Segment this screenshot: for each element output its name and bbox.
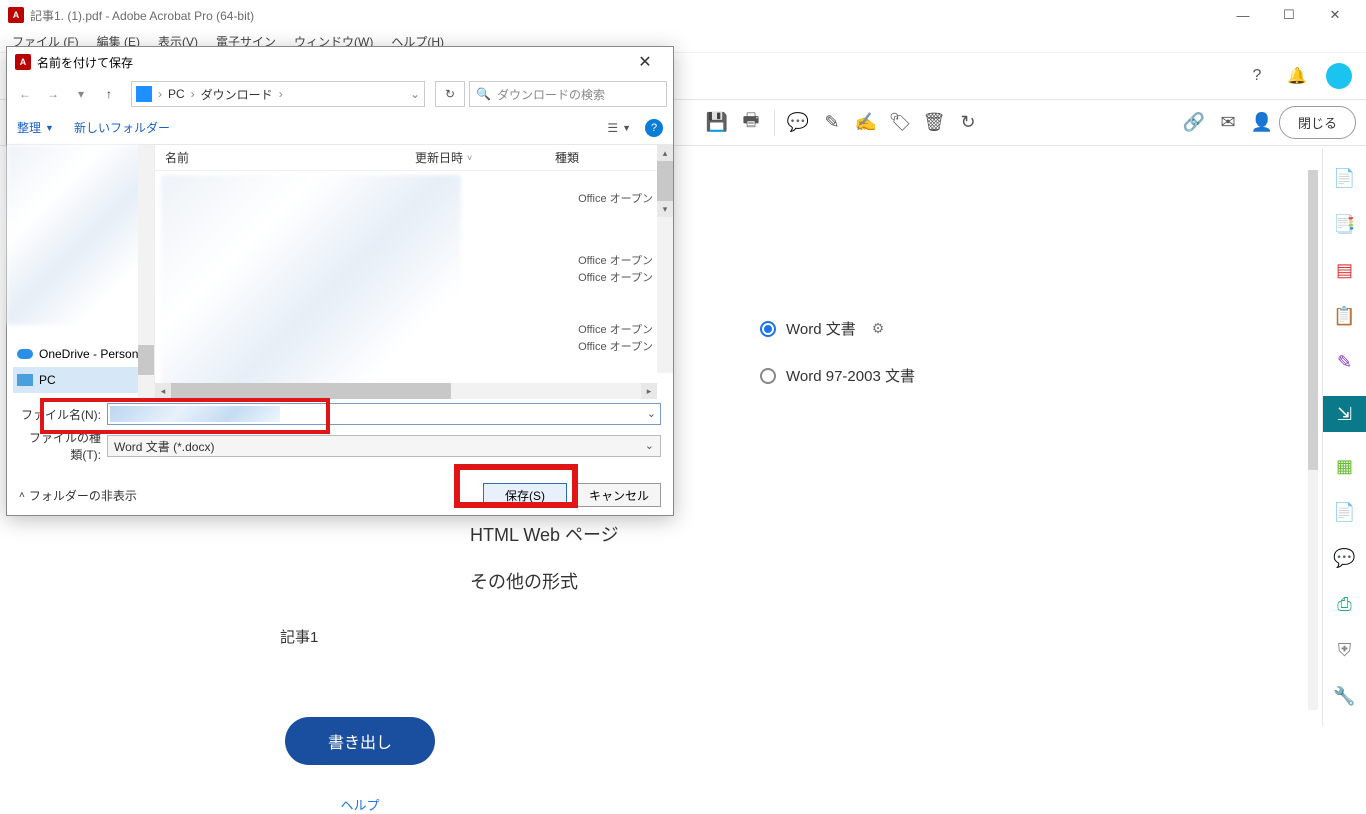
organize-menu[interactable]: 整理 ▼ <box>17 119 54 136</box>
cat-html[interactable]: HTML Web ページ <box>470 512 700 559</box>
dialog-help-button[interactable]: ? <box>645 119 663 137</box>
nav-scrollbar[interactable] <box>138 145 154 399</box>
radio-on-icon <box>760 321 776 337</box>
filetype-dropdown-icon[interactable]: ⌄ <box>645 439 654 452</box>
radio-word-doc[interactable]: Word 文書 ⚙ <box>760 318 1322 339</box>
search-placeholder: ダウンロードの検索 <box>497 86 605 103</box>
annotation-save-highlight <box>454 464 578 508</box>
comment-icon[interactable]: 💬 <box>781 106 815 140</box>
dialog-app-icon: A <box>15 54 31 70</box>
new-folder-button[interactable]: 新しいフォルダー <box>74 119 170 136</box>
refresh-button[interactable]: ↻ <box>435 81 465 107</box>
search-icon: 🔍 <box>476 87 491 101</box>
nav-onedrive[interactable]: OneDrive - Person <box>13 341 154 367</box>
file-type-column-values: Office オープン Office オープン Office オープン Offi… <box>578 191 653 357</box>
file-list-pane: 名前 更新日時 ˅ 種類 Office オープン Office オープン Off… <box>155 145 673 399</box>
protect-icon[interactable]: ⛨ <box>1333 638 1357 662</box>
file-vscrollbar[interactable]: ▴▾ <box>657 145 673 373</box>
maximize-button[interactable]: ☐ <box>1266 0 1312 30</box>
account-icon[interactable]: 👤 <box>1245 106 1279 140</box>
dialog-nav-row: ← → ▾ ↑ › PC › ダウンロード › ⌄ ↻ 🔍 ダウンロードの検索 <box>7 77 673 111</box>
send-comments-icon[interactable]: 📄 <box>1333 500 1357 524</box>
pc-drive-icon <box>136 86 152 102</box>
col-name[interactable]: 名前 <box>155 149 405 166</box>
cancel-button[interactable]: キャンセル <box>577 483 661 507</box>
delete-icon[interactable]: 🗑 <box>917 106 951 140</box>
filename-dropdown-icon[interactable]: ⌄ <box>647 407 656 420</box>
edit-pdf-icon[interactable]: ▤ <box>1333 258 1357 282</box>
nav-pc[interactable]: PC <box>13 367 154 393</box>
source-file-label: 記事1 <box>280 626 700 647</box>
radio-word-doc-label: Word 文書 <box>786 318 856 339</box>
nav-back-button[interactable]: ← <box>13 82 37 106</box>
radio-word-97-label: Word 97-2003 文書 <box>786 365 915 386</box>
pc-icon <box>17 374 33 386</box>
combine-icon[interactable]: 📑 <box>1333 212 1357 236</box>
rotate-icon[interactable]: ↻ <box>951 106 985 140</box>
col-type[interactable]: 種類 <box>545 149 673 166</box>
radio-off-icon <box>760 368 776 384</box>
more-tools-icon[interactable]: 🔧 <box>1333 684 1357 708</box>
dialog-title: 名前を付けて保存 <box>37 54 133 71</box>
address-bar[interactable]: › PC › ダウンロード › ⌄ <box>131 81 425 107</box>
sign-icon[interactable]: ✍ <box>849 106 883 140</box>
dialog-close-button[interactable]: ✕ <box>625 52 665 72</box>
hide-folders-toggle[interactable]: ˄ フォルダーの非表示 <box>19 487 137 504</box>
export-button[interactable]: 書き出し <box>285 717 435 765</box>
organize-icon[interactable]: ▦ <box>1333 454 1357 478</box>
create-pdf-icon[interactable]: 📄 <box>1333 166 1357 190</box>
col-modified[interactable]: 更新日時 ˅ <box>405 149 545 166</box>
minimize-button[interactable]: — <box>1220 0 1266 30</box>
help-icon[interactable]: ? <box>1246 65 1268 87</box>
annotation-filename-highlight <box>40 398 330 434</box>
save-as-dialog: A 名前を付けて保存 ✕ ← → ▾ ↑ › PC › ダウンロード › ⌄ ↻… <box>6 46 674 516</box>
save-icon[interactable]: 💾 <box>700 106 734 140</box>
nav-forward-button[interactable]: → <box>41 82 65 106</box>
comment-tool-icon[interactable]: 💬 <box>1333 546 1357 570</box>
app-icon: A <box>8 7 24 23</box>
cloud-icon <box>17 349 33 359</box>
mail-icon[interactable]: ✉ <box>1211 106 1245 140</box>
print-icon[interactable]: 🖶 <box>734 106 768 140</box>
dialog-body: OneDrive - Person PC 名前 更新日時 ˅ 種類 Office… <box>7 145 673 399</box>
nav-pane: OneDrive - Person PC <box>7 145 155 399</box>
scan-icon[interactable]: ⎙ <box>1333 592 1357 616</box>
avatar[interactable] <box>1326 63 1352 89</box>
radio-word-97[interactable]: Word 97-2003 文書 <box>760 365 1322 386</box>
file-list-header: 名前 更新日時 ˅ 種類 <box>155 145 673 171</box>
dialog-search-input[interactable]: 🔍 ダウンロードの検索 <box>469 81 667 107</box>
tool-rail: 📄 📑 ▤ 📋 ✎ ⇲ ▦ 📄 💬 ⎙ ⛨ 🔧 <box>1322 148 1366 726</box>
close-window-button[interactable]: ✕ <box>1312 0 1358 30</box>
cat-other[interactable]: その他の形式 <box>470 559 700 606</box>
view-mode-button[interactable]: ☰ ▼ <box>607 121 631 135</box>
window-title: 記事1. (1).pdf - Adobe Acrobat Pro (64-bit… <box>30 7 254 24</box>
highlight-icon[interactable]: ✎ <box>815 106 849 140</box>
close-panel-button[interactable]: 閉じる <box>1279 106 1356 139</box>
nav-up-button[interactable]: ↑ <box>97 82 121 106</box>
address-dropdown-icon[interactable]: ⌄ <box>410 87 420 101</box>
export-pdf-icon[interactable]: ⇲ <box>1323 396 1366 432</box>
file-list-blur <box>161 175 461 395</box>
dialog-toolbar: 整理 ▼ 新しいフォルダー ☰ ▼ ? <box>7 111 673 145</box>
gear-icon[interactable]: ⚙ <box>872 320 885 337</box>
request-sign-icon[interactable]: 📋 <box>1333 304 1357 328</box>
help-link[interactable]: ヘルプ <box>20 795 700 814</box>
filetype-label: ファイルの種類(T): <box>19 429 107 463</box>
link-icon[interactable]: 🔗 <box>1177 106 1211 140</box>
crumb-downloads[interactable]: ダウンロード <box>201 86 273 103</box>
content-scrollbar[interactable] <box>1308 170 1318 710</box>
title-bar: A 記事1. (1).pdf - Adobe Acrobat Pro (64-b… <box>0 0 1366 30</box>
file-hscrollbar[interactable]: ◂▸ <box>155 383 657 399</box>
stamp-icon[interactable]: 🏷 <box>883 106 917 140</box>
nav-recent-button[interactable]: ▾ <box>69 82 93 106</box>
filetype-combo[interactable]: Word 文書 (*.docx)⌄ <box>107 435 661 457</box>
nav-blur <box>7 145 144 325</box>
bell-icon[interactable]: 🔔 <box>1286 65 1308 87</box>
fill-sign-icon[interactable]: ✎ <box>1333 350 1357 374</box>
crumb-pc[interactable]: PC <box>168 87 185 101</box>
dialog-title-bar: A 名前を付けて保存 ✕ <box>7 47 673 77</box>
